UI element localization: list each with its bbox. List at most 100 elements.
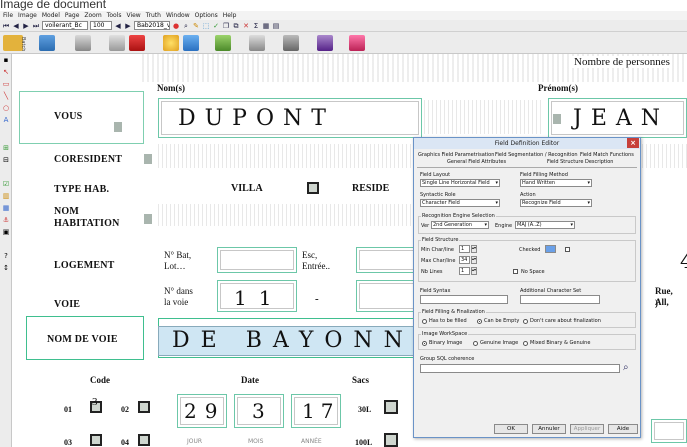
annuler-button[interactable]: Annuler [532,424,566,434]
menu-page[interactable]: Page [65,11,80,20]
check-icon[interactable]: ✓ [212,22,220,30]
dialog-titlebar[interactable]: Field Definition Editor × [414,138,640,149]
model-combo[interactable]: Bab2018_v [134,21,170,30]
min-char-input[interactable]: 1 [459,245,470,253]
text-tool-icon[interactable]: A [2,116,10,124]
tab-match[interactable]: Field Match Functions [580,152,634,159]
line-tool-icon[interactable]: ╲ [2,92,10,100]
menu-file[interactable]: File [3,11,13,20]
code-02-box[interactable] [138,401,150,413]
checked-input[interactable] [545,245,556,253]
globe-icon[interactable] [183,34,199,51]
right-edge-field[interactable] [651,419,687,443]
field-tool-icon[interactable]: ⊞ [2,144,10,152]
min-char-spinner[interactable]: ▴▾ [471,245,477,253]
select-icon[interactable]: ⬚ [202,22,210,30]
pointer-tool-icon[interactable]: ↕ [2,264,10,272]
zoom-combo[interactable]: 100 [90,21,112,30]
tab-structure[interactable]: Field Structure Description [547,159,613,166]
light-icon[interactable] [163,34,179,51]
tab-graphics[interactable]: Graphics Field Parametrisation [418,152,494,159]
check-tool-icon[interactable]: ☑ [2,180,10,188]
grid-icon[interactable]: ▦ [262,22,270,30]
next-doc-icon[interactable]: ▶ [124,22,132,30]
search-icon[interactable]: ⌕ [182,22,190,30]
field-syntax-input[interactable] [420,295,508,304]
user-icon[interactable] [349,34,365,51]
trace-icon[interactable] [129,34,145,51]
menu-truth[interactable]: Truth [146,11,161,20]
prev-page-icon[interactable]: ◀ [12,22,20,30]
search-icon[interactable]: ⌕ [623,362,629,373]
menu-help[interactable]: Help [223,11,237,20]
select-arrow-icon[interactable]: ↖ [2,68,10,76]
table-tool-icon[interactable]: ▦ [2,204,10,212]
nb-lines-spinner[interactable]: ▴▾ [471,267,477,275]
field-layout-select[interactable]: Single Line Horizontal Field [420,179,500,187]
wrench-icon[interactable] [283,34,299,51]
merge-icon[interactable]: ⧉ [232,22,240,30]
voie-complement-field[interactable] [356,280,420,312]
next-page-icon[interactable]: ▶ [22,22,30,30]
record-icon[interactable]: ● [172,22,180,30]
settings-icon[interactable] [249,34,265,51]
menu-tools[interactable]: Tools [107,11,122,20]
no-space-checkbox[interactable] [513,269,518,274]
help-tool-icon[interactable]: ? [2,252,10,260]
copy-icon[interactable]: ❐ [222,22,230,30]
edit-icon[interactable]: ✎ [192,22,200,30]
code-04-box[interactable] [138,434,150,446]
engine-select[interactable]: MAJ (A..Z) [515,221,575,229]
fill-opt3-radio[interactable] [523,319,528,324]
zone-tool-icon[interactable]: ⊟ [2,156,10,164]
tab-segmentation[interactable]: Field Segmentation / Recognition [495,152,578,159]
debug-icon[interactable] [215,34,231,51]
additional-charset-input[interactable] [520,295,600,304]
aide-button[interactable]: Aide [608,424,638,434]
syntactic-role-select[interactable]: Character Field [420,199,500,207]
logs-icon[interactable] [317,34,333,51]
checked-checkbox[interactable] [565,247,570,252]
menu-zoom[interactable]: Zoom [84,11,101,20]
action-select[interactable]: Recognize Field [520,199,592,207]
ok-button[interactable]: OK [494,424,528,434]
sacs-30l-box[interactable] [384,400,398,414]
image-combo[interactable]: voilerant_Bc [42,21,88,30]
delete-icon[interactable]: ✕ [242,22,250,30]
table-icon[interactable]: ▤ [272,22,280,30]
tab-general[interactable]: General Field Attributes [447,159,506,166]
batch-icon[interactable]: Batch [3,34,26,51]
code-03-box[interactable] [90,434,102,446]
bat-field[interactable] [217,247,297,273]
fields-icon[interactable] [109,34,125,51]
last-page-icon[interactable]: ⏭ [32,22,40,30]
rect-tool-icon[interactable]: ▭ [2,80,10,88]
image-tool-icon[interactable]: ▣ [2,228,10,236]
model-icon[interactable] [39,34,55,51]
nb-lines-input[interactable]: 1 [459,267,470,275]
menu-window[interactable]: Window [166,11,190,20]
appliquer-button[interactable]: Appliquer [570,424,604,434]
filling-method-select[interactable]: Hand Written [520,179,592,187]
save-icon[interactable]: ▪ [2,56,10,64]
menu-view[interactable]: View [126,11,140,20]
menu-image[interactable]: Image [18,11,37,20]
first-page-icon[interactable]: ⏮ [2,22,10,30]
menu-options[interactable]: Options [195,11,218,20]
ver-select[interactable]: 2nd Generation [431,221,489,229]
esc-field[interactable] [356,247,420,273]
close-icon[interactable]: × [627,138,639,148]
barcode-tool-icon[interactable]: ▥ [2,192,10,200]
anchor-tool-icon[interactable]: ⚓ [2,216,10,224]
circle-tool-icon[interactable]: ○ [2,104,10,112]
fill-opt1-radio[interactable] [422,319,427,324]
prev-doc-icon[interactable]: ◀ [114,22,122,30]
group-sql-input[interactable] [420,364,620,373]
ws-opt1-radio[interactable] [422,341,427,346]
max-char-input[interactable]: 34 [459,256,470,264]
menu-model[interactable]: Model [42,11,60,20]
ocr-icon[interactable] [75,34,91,51]
fill-opt2-radio[interactable] [477,319,482,324]
sacs-100l-box[interactable] [384,433,398,447]
max-char-spinner[interactable]: ▴▾ [471,256,477,264]
